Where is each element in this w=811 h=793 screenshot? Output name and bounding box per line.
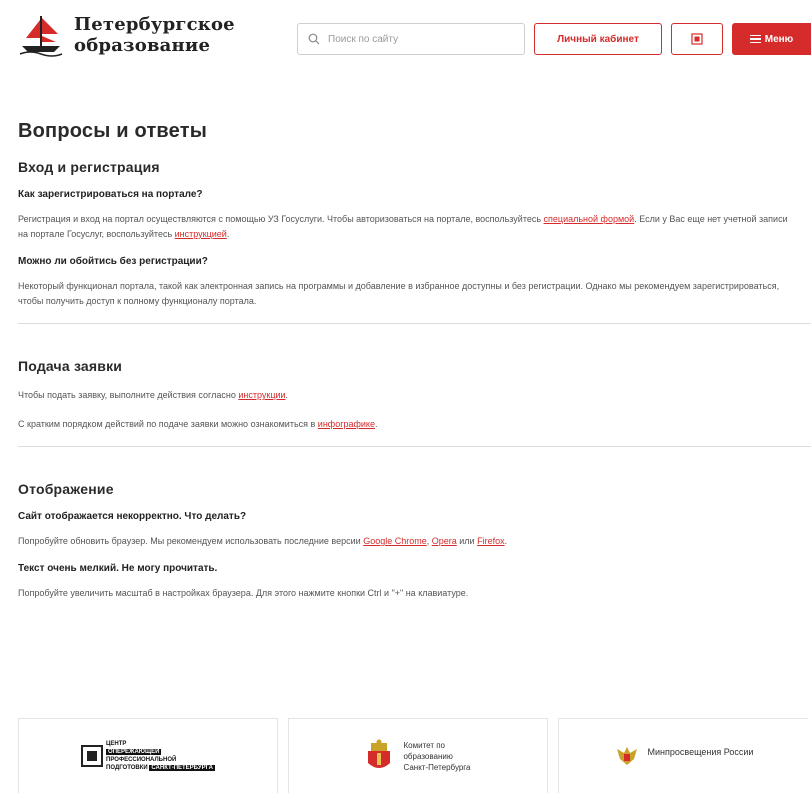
partner-logos: ЦЕНТР ОПЕРЕЖАЮЩЕЙ ПРОФЕССИОНАЛЬНОЙ ПОДГО… [18, 718, 811, 793]
opera-link[interactable]: Opera [432, 536, 457, 546]
committee-logo: Комитет по образованию Санкт-Петербурга [365, 739, 471, 773]
faq-question: Сайт отображается некорректно. Что делат… [18, 511, 247, 522]
answer-text: С кратким порядком действий по подаче за… [18, 419, 318, 429]
accessibility-button[interactable] [671, 23, 723, 55]
faq-answer: Попробуйте обновить браузер. Мы рекоменд… [18, 534, 788, 549]
firefox-link[interactable]: Firefox [477, 536, 505, 546]
instruction-link[interactable]: инструкцией [175, 229, 227, 239]
search-input[interactable] [328, 33, 508, 45]
site-logo[interactable]: Петербургское образование [18, 12, 235, 58]
ship-logo-icon [19, 16, 63, 57]
faq-answer: Попробуйте увеличить масштаб в настройка… [18, 588, 469, 598]
page-title: Вопросы и ответы [18, 120, 208, 142]
partner-committee[interactable]: Комитет по образованию Санкт-Петербурга [288, 718, 548, 793]
answer-text: . [226, 229, 230, 239]
copp-line: ОПЕРЕЖАЮЩЕЙ [106, 749, 162, 755]
section-divider [18, 323, 811, 324]
logo-line-1: Петербургское [74, 14, 235, 35]
answer-text: Регистрация и вход на портал осуществляю… [18, 214, 544, 224]
menu-label: Меню [764, 33, 794, 45]
committee-text: Комитет по образованию Санкт-Петербурга [403, 740, 470, 773]
spb-coat-of-arms-icon [368, 739, 391, 768]
committee-line: Комитет по [403, 740, 445, 750]
partner-copp[interactable]: ЦЕНТР ОПЕРЕЖАЮЩЕЙ ПРОФЕССИОНАЛЬНОЙ ПОДГО… [18, 718, 278, 793]
search-box[interactable] [297, 23, 525, 55]
faq-answer: Некоторый функционал портала, такой как … [18, 281, 780, 306]
section-title-application: Подача заявки [18, 358, 123, 374]
minpros-title: Минпросвещения России [647, 747, 754, 757]
section-title-login: Вход и регистрация [18, 159, 160, 175]
menu-button[interactable]: Меню [732, 23, 811, 55]
personal-cabinet-button[interactable]: Личный кабинет [534, 23, 662, 55]
logo-wordmark: Петербургское образование [74, 14, 235, 56]
section-divider [18, 446, 811, 447]
minpros-logo: Минпросвещения России [614, 743, 754, 769]
faq-content: Вопросы и ответы Вход и регистрация Как … [18, 120, 811, 615]
accessibility-version-icon [691, 33, 703, 45]
answer-text: Попробуйте обновить браузер. Мы рекоменд… [18, 536, 364, 546]
answer-text: . [504, 536, 508, 546]
copp-text: ЦЕНТР ОПЕРЕЖАЮЩЕЙ ПРОФЕССИОНАЛЬНОЙ ПОДГО… [106, 740, 215, 772]
faq-question: Текст очень мелкий. Не могу прочитать. [18, 563, 218, 574]
section-title-display: Отображение [18, 481, 114, 497]
faq-question: Как зарегистрироваться на портале? [18, 189, 203, 200]
special-form-link[interactable]: специальной формой [544, 214, 635, 224]
faq-answer: Чтобы подать заявку, выполните действия … [18, 388, 788, 403]
answer-text: Чтобы подать заявку, выполните действия … [18, 390, 239, 400]
answer-text: или [456, 536, 478, 546]
site-header: Петербургское образование Личный кабинет… [0, 0, 811, 80]
copp-line: САНКТ-ПЕТЕРБУРГА [149, 765, 215, 771]
copp-line: ПОДГОТОВКИ [106, 765, 148, 771]
committee-line: образованию [403, 751, 453, 761]
committee-line: Санкт-Петербурга [403, 762, 471, 772]
hamburger-icon [749, 33, 761, 46]
copp-logo: ЦЕНТР ОПЕРЕЖАЮЩЕЙ ПРОФЕССИОНАЛЬНОЙ ПОДГО… [81, 740, 215, 772]
copp-mark-icon [81, 745, 104, 767]
copp-line: ЦЕНТР [106, 741, 127, 747]
minpros-text-block: Минпросвещения России [648, 747, 754, 765]
faq-answer: С кратким порядком действий по подаче за… [18, 417, 788, 432]
faq-question: Можно ли обойтись без регистрации? [18, 256, 208, 267]
answer-text: . [374, 419, 378, 429]
chrome-link[interactable]: Google Chrome [363, 536, 427, 546]
application-instruction-link[interactable]: инструкции [238, 390, 285, 400]
minpros-subtitle-placeholder [648, 759, 754, 765]
logo-line-2: образование [74, 35, 211, 56]
copp-line: ПРОФЕССИОНАЛЬНОЙ [106, 757, 177, 763]
infographic-link[interactable]: инфографике [318, 419, 375, 429]
partner-minpros[interactable]: Минпросвещения России [558, 718, 808, 793]
answer-text: . [285, 390, 289, 400]
faq-answer: Регистрация и вход на портал осуществляю… [18, 212, 788, 242]
russian-eagle-icon [616, 747, 637, 765]
search-icon [308, 33, 320, 45]
